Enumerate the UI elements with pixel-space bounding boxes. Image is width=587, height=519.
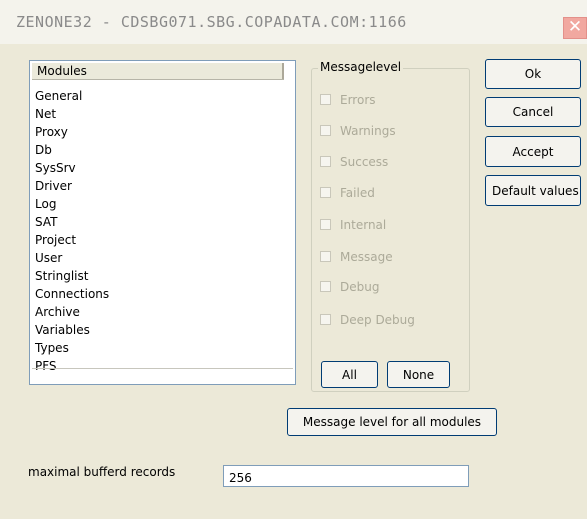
messagelevel-title: Messagelevel xyxy=(318,60,404,74)
modules-header-label: Modules xyxy=(37,64,87,78)
list-item[interactable]: Stringlist xyxy=(35,267,109,285)
modules-column-header[interactable]: Modules xyxy=(32,63,284,80)
none-button[interactable]: None xyxy=(387,361,450,388)
checkbox-box[interactable] xyxy=(320,314,331,325)
list-item[interactable]: Project xyxy=(35,231,109,249)
checkbox-box[interactable] xyxy=(320,187,331,198)
message-level-all-modules-button[interactable]: Message level for all modules xyxy=(287,408,497,436)
list-item[interactable]: Archive xyxy=(35,303,109,321)
all-button[interactable]: All xyxy=(321,361,378,388)
checkbox-label: Internal xyxy=(340,218,387,232)
checkbox-box[interactable] xyxy=(320,251,331,262)
checkbox-box[interactable] xyxy=(320,94,331,105)
checkbox-label: Message xyxy=(340,250,393,264)
list-item[interactable]: Log xyxy=(35,195,109,213)
default-values-button[interactable]: Default values xyxy=(485,175,581,206)
modules-items: General Net Proxy Db SysSrv Driver Log S… xyxy=(35,87,109,375)
list-item[interactable]: SAT xyxy=(35,213,109,231)
cancel-button[interactable]: Cancel xyxy=(485,97,581,127)
checkbox-box[interactable] xyxy=(320,219,331,230)
checkbox-label: Deep Debug xyxy=(340,313,415,327)
close-button[interactable]: ✕ xyxy=(563,17,587,39)
messagelevel-groupbox xyxy=(311,68,470,392)
list-item[interactable]: Net xyxy=(35,105,109,123)
checkbox-box[interactable] xyxy=(320,125,331,136)
list-item[interactable]: General xyxy=(35,87,109,105)
column-separator[interactable] xyxy=(282,63,284,79)
title-bar: ZENONE32 - CDSBG071.SBG.COPADATA.COM:116… xyxy=(0,0,587,44)
checkbox-label: Success xyxy=(340,155,389,169)
list-item[interactable]: User xyxy=(35,249,109,267)
list-item[interactable]: SysSrv xyxy=(35,159,109,177)
checkbox-label: Failed xyxy=(340,186,375,200)
checkbox-label: Warnings xyxy=(340,124,396,138)
list-item[interactable]: Types xyxy=(35,339,109,357)
ok-button[interactable]: Ok xyxy=(485,59,581,89)
checkbox-box[interactable] xyxy=(320,281,331,292)
max-records-input[interactable] xyxy=(223,465,469,487)
checkbox-box[interactable] xyxy=(320,156,331,167)
modules-list[interactable]: Modules General Net Proxy Db SysSrv Driv… xyxy=(29,60,296,385)
checkbox-label: Errors xyxy=(340,93,376,107)
list-item[interactable]: Driver xyxy=(35,177,109,195)
list-divider xyxy=(32,368,293,369)
close-icon: ✕ xyxy=(567,17,583,37)
list-item[interactable]: Proxy xyxy=(35,123,109,141)
accept-button[interactable]: Accept xyxy=(485,136,581,167)
window-title: ZENONE32 - CDSBG071.SBG.COPADATA.COM:116… xyxy=(16,13,407,31)
list-item[interactable]: PFS xyxy=(35,357,109,375)
list-item[interactable]: Db xyxy=(35,141,109,159)
list-item[interactable]: Connections xyxy=(35,285,109,303)
checkbox-label: Debug xyxy=(340,280,380,294)
max-records-label: maximal bufferd records xyxy=(28,465,176,479)
list-item[interactable]: Variables xyxy=(35,321,109,339)
